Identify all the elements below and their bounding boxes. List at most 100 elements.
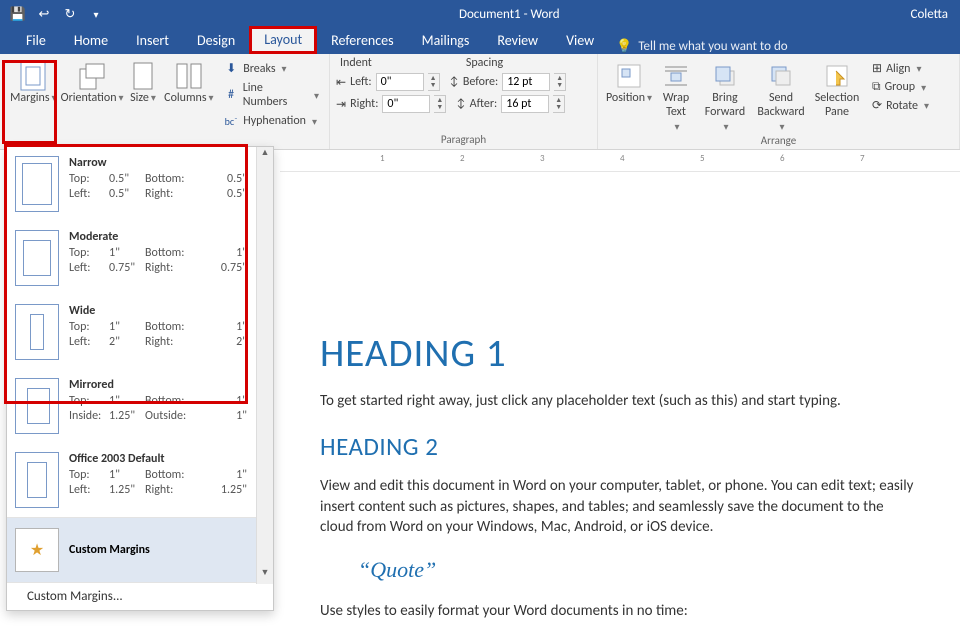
quote[interactable]: “Quote” [358,557,920,583]
indent-right[interactable]: ⇥Right:▲▼ [336,94,446,114]
size-icon [127,60,159,92]
preset-name: Office 2003 Default [69,452,247,466]
preset-name: Wide [69,304,247,318]
group-icon: ⧉ [872,80,881,94]
margin-preset-narrow[interactable]: Narrow Top:0.5"Bottom:0.5" Left:0.5"Righ… [7,147,273,221]
custom-margins-label: Custom Margins [69,543,150,557]
group-arrange: Position▾ Wrap Text▾ Bring Forward▾ Send… [598,54,960,149]
group-label-arrange: Arrange [598,133,959,150]
preset-thumbnail-icon [15,452,59,508]
breaks-button[interactable]: ⬇Breaks▾ [219,60,323,77]
page[interactable]: HEADING 1 To get started right away, jus… [310,190,930,621]
horizontal-ruler[interactable]: 1234567 [280,150,960,172]
spacing-after-icon: ↕ [456,97,465,111]
hyphenation-icon: bc⁻ [223,115,239,128]
spinner[interactable]: ▲▼ [428,73,440,91]
scroll-up-icon[interactable]: ▲ [257,147,273,164]
align-button[interactable]: ⊞Align▾ [868,60,933,77]
group-page-setup: Margins▾ Orientation▾ Size▾ Columns▾ ⬇Br… [0,54,330,149]
breaks-icon: ⬇ [223,61,239,76]
tab-view[interactable]: View [552,28,608,54]
wrap-text-icon [660,60,692,92]
position-icon [613,60,645,92]
user-name[interactable]: Coletta [911,7,954,22]
scroll-down-icon[interactable]: ▼ [257,567,273,584]
tell-me[interactable]: 💡 Tell me what you want to do [616,39,788,54]
lightbulb-icon: 💡 [616,39,632,54]
tell-me-label: Tell me what you want to do [638,39,787,54]
spacing-after-input[interactable] [501,95,549,113]
line-numbers-icon: # [223,88,239,102]
indent-right-icon: ⇥ [336,97,346,112]
indent-left-input[interactable] [376,73,424,91]
tab-design[interactable]: Design [183,28,249,54]
heading-1[interactable]: HEADING 1 [320,330,920,377]
send-backward-button[interactable]: Send Backward▾ [752,58,810,133]
preset-thumbnail-icon [15,304,59,360]
dropdown-scrollbar[interactable]: ▲ ▼ [256,147,273,584]
spacing-before-input[interactable] [502,73,550,91]
indent-title: Indent [340,56,372,70]
bring-forward-icon [709,60,741,92]
margins-button[interactable]: Margins▾ [6,58,61,106]
margin-preset-moderate[interactable]: Moderate Top:1"Bottom:1" Left:0.75"Right… [7,221,273,295]
line-numbers-button[interactable]: #Line Numbers▾ [219,80,323,110]
qat-customize-icon[interactable]: ▾ [84,3,108,25]
columns-button[interactable]: Columns▾ [163,58,216,106]
indent-left[interactable]: ⇤Left:▲▼ [336,72,440,92]
redo-icon[interactable]: ↻ [58,3,82,25]
rotate-icon: ⟳ [872,98,882,113]
paragraph[interactable]: To get started right away, just click an… [320,391,920,411]
spinner[interactable]: ▲▼ [554,73,566,91]
wrap-text-button[interactable]: Wrap Text▾ [654,58,698,133]
orientation-icon [76,60,108,92]
ribbon-tabs: File Home Insert Design Layout Reference… [0,28,960,54]
margins-dropdown: Narrow Top:0.5"Bottom:0.5" Left:0.5"Righ… [6,146,274,611]
tab-mailings[interactable]: Mailings [408,28,484,54]
heading-2[interactable]: HEADING 2 [320,431,920,462]
paragraph[interactable]: Use styles to easily format your Word do… [320,601,920,621]
tab-insert[interactable]: Insert [122,28,183,54]
orientation-button[interactable]: Orientation▾ [61,58,124,106]
selection-pane-button[interactable]: Selection Pane [810,58,864,120]
selection-pane-icon [821,60,853,92]
preset-name: Mirrored [69,378,247,392]
tab-file[interactable]: File [12,28,60,54]
group-button[interactable]: ⧉Group▾ [868,79,933,95]
preset-name: Narrow [69,156,247,170]
document-title: Document1 - Word [108,7,911,22]
save-icon[interactable]: 💾 [6,3,30,25]
document-area[interactable]: HEADING 1 To get started right away, jus… [280,172,960,640]
margin-preset-mirrored[interactable]: Mirrored Top:1"Bottom:1" Inside:1.25"Out… [7,369,273,443]
tab-layout[interactable]: Layout [249,26,317,54]
margin-preset-office-2003-default[interactable]: Office 2003 Default Top:1"Bottom:1" Left… [7,443,273,517]
rotate-button[interactable]: ⟳Rotate▾ [868,97,933,114]
ribbon: Margins▾ Orientation▾ Size▾ Columns▾ ⬇Br… [0,54,960,150]
hyphenation-button[interactable]: bc⁻Hyphenation▾ [219,113,323,129]
spinner[interactable]: ▲▼ [434,95,446,113]
group-label-paragraph: Paragraph [330,132,597,149]
bring-forward-button[interactable]: Bring Forward▾ [698,58,752,133]
undo-icon[interactable]: ↩ [32,3,56,25]
align-icon: ⊞ [872,61,882,76]
tab-review[interactable]: Review [483,28,552,54]
preset-thumbnail-icon [15,230,59,286]
group-paragraph: Indent Spacing ⇤Left:▲▼ ↕Before:▲▼ ⇥Righ… [330,54,598,149]
spacing-before[interactable]: ↕Before:▲▼ [450,72,567,92]
custom-margins-item[interactable]: Custom Margins [7,518,273,582]
position-button[interactable]: Position▾ [604,58,654,106]
columns-icon [173,60,205,92]
spacing-before-icon: ↕ [450,75,459,89]
indent-right-input[interactable] [382,95,430,113]
preset-thumbnail-icon [15,378,59,434]
send-backward-icon [765,60,797,92]
margins-icon [17,60,49,92]
tab-home[interactable]: Home [60,28,122,54]
spinner[interactable]: ▲▼ [553,95,565,113]
spacing-after[interactable]: ↕After:▲▼ [456,94,565,114]
margin-preset-wide[interactable]: Wide Top:1"Bottom:1" Left:2"Right:2" [7,295,273,369]
size-button[interactable]: Size▾ [124,58,163,106]
paragraph[interactable]: View and edit this document in Word on y… [320,476,920,537]
custom-margins-footer[interactable]: Custom Margins... [7,582,273,610]
tab-references[interactable]: References [317,28,407,54]
